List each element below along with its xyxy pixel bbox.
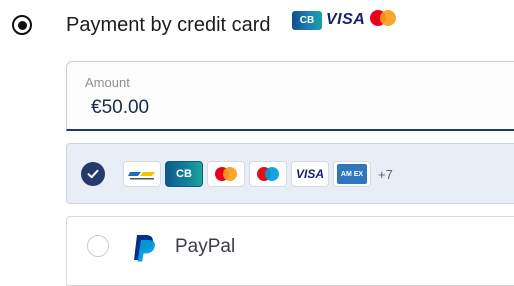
maestro-icon <box>249 161 287 187</box>
payment-method-label[interactable]: Payment by credit card <box>66 14 271 37</box>
amount-field[interactable]: Amount €50.00 <box>66 61 514 131</box>
paypal-option[interactable]: PayPal <box>66 216 514 286</box>
paypal-label: PayPal <box>175 236 236 257</box>
cb-icon: CB <box>165 161 203 187</box>
mastercard-logo <box>369 9 399 31</box>
bancontact-icon <box>123 161 161 187</box>
amount-value[interactable]: €50.00 <box>91 97 149 119</box>
radio-selected-dot <box>17 20 27 30</box>
header-card-logos: CB VISA <box>292 9 399 31</box>
amex-icon: AM EX <box>333 161 371 187</box>
card-brands-option[interactable]: CB VISA AM EX +7 <box>66 143 514 204</box>
mastercard-icon <box>207 161 245 187</box>
credit-card-radio[interactable] <box>12 15 32 35</box>
amount-label: Amount <box>85 75 130 90</box>
visa-icon: VISA <box>291 161 329 187</box>
paypal-icon <box>131 233 157 268</box>
more-brands-count: +7 <box>378 166 393 182</box>
card-brand-list: CB VISA AM EX +7 <box>123 161 393 187</box>
cb-logo: CB <box>292 10 322 30</box>
check-icon[interactable] <box>81 162 105 186</box>
paypal-radio[interactable] <box>87 235 109 257</box>
visa-logo: VISA <box>326 11 366 28</box>
